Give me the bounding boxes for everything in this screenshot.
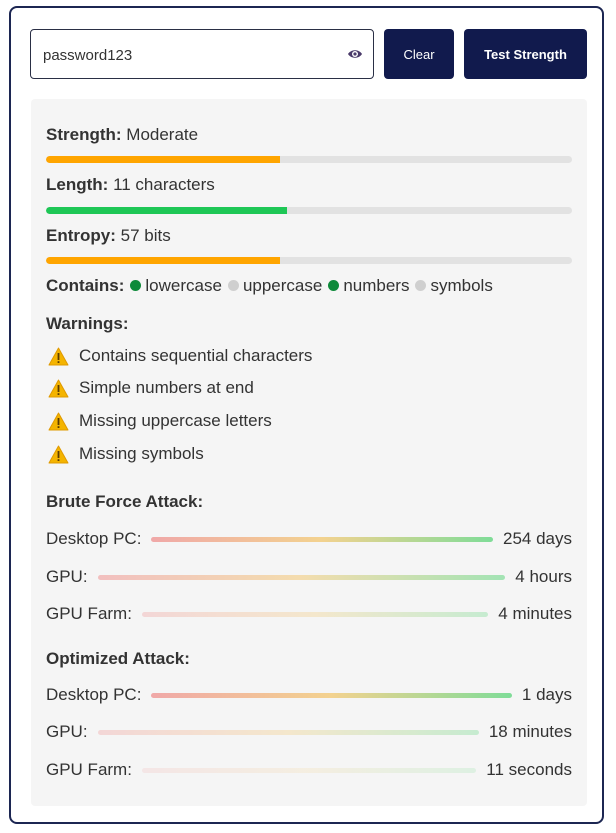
- warnings-title: Warnings:: [46, 314, 129, 333]
- attack-time-value: 4 minutes: [498, 604, 572, 623]
- attack-time-value: 4 hours: [515, 567, 572, 586]
- attack-row: GPU Farm: 4 minutes: [46, 604, 572, 628]
- warning-item: Missing symbols: [48, 444, 204, 464]
- warning-text: Missing symbols: [79, 444, 204, 463]
- password-field[interactable]: [30, 29, 374, 80]
- clear-button[interactable]: Clear: [384, 29, 454, 79]
- contains-item-symbols: symbols: [430, 276, 493, 295]
- warning-icon: [48, 412, 69, 430]
- warning-text: Contains sequential characters: [79, 346, 313, 365]
- strength-bar: [46, 156, 572, 163]
- attack-device-label: Desktop PC:: [46, 529, 142, 548]
- entropy-label: Entropy:: [46, 226, 116, 245]
- length-bar-fill: [46, 207, 287, 214]
- attack-row: GPU Farm: 11 seconds: [46, 760, 572, 784]
- warning-text: Simple numbers at end: [79, 378, 254, 397]
- attack-time-value: 18 minutes: [488, 722, 572, 741]
- attack-time-value: 254 days: [503, 529, 572, 548]
- contains-item-numbers: numbers: [343, 276, 410, 295]
- length-bar: [46, 207, 572, 214]
- attack-gradient-bar: [98, 575, 505, 580]
- results-panel: Strength: Moderate Length: 11 characters…: [31, 99, 587, 806]
- length-value: 11 characters: [113, 175, 215, 194]
- absent-dot-icon: [227, 280, 239, 291]
- entropy-bar-fill: [46, 257, 281, 264]
- attack-device-label: GPU:: [46, 567, 88, 586]
- attack-row: Desktop PC: 1 days: [46, 685, 572, 709]
- eye-icon[interactable]: [347, 47, 363, 61]
- attack-gradient-bar: [98, 730, 479, 735]
- attack-device-label: GPU Farm:: [46, 604, 132, 623]
- warning-icon: [48, 347, 69, 365]
- attack-gradient-bar: [151, 537, 493, 542]
- absent-dot-icon: [415, 280, 427, 291]
- attack-device-label: Desktop PC:: [46, 685, 142, 704]
- attack-time-value: 1 days: [521, 685, 572, 704]
- optimized-title: Optimized Attack:: [46, 649, 190, 668]
- strength-value: Moderate: [126, 125, 199, 144]
- warning-text: Missing uppercase letters: [79, 411, 272, 430]
- warning-icon: [48, 445, 69, 463]
- warning-icon: [48, 379, 69, 397]
- attack-device-label: GPU Farm:: [46, 760, 132, 779]
- strength-row: Strength: Moderate: [46, 125, 198, 145]
- attack-row: Desktop PC: 254 days: [46, 529, 572, 553]
- entropy-bar: [46, 257, 572, 264]
- attack-time-value: 11 seconds: [486, 760, 572, 779]
- warning-item: Missing uppercase letters: [48, 411, 272, 431]
- contains-item-uppercase: uppercase: [242, 276, 323, 295]
- brute-force-title: Brute Force Attack:: [46, 492, 204, 511]
- attack-device-label: GPU:: [46, 722, 88, 741]
- length-label: Length:: [46, 175, 109, 194]
- strength-bar-fill: [46, 156, 281, 163]
- entropy-row: Entropy: 57 bits: [46, 226, 171, 246]
- contains-label: Contains:: [46, 276, 125, 295]
- attack-row: GPU: 4 hours: [46, 567, 572, 591]
- strength-label: Strength:: [46, 125, 122, 144]
- warning-item: Simple numbers at end: [48, 378, 254, 398]
- present-dot-icon: [328, 280, 340, 291]
- password-input[interactable]: [41, 30, 335, 80]
- length-row: Length: 11 characters: [46, 175, 215, 195]
- contains-item-lowercase: lowercase: [145, 276, 222, 295]
- test-strength-button[interactable]: Test Strength: [464, 29, 587, 79]
- present-dot-icon: [130, 280, 142, 291]
- attack-gradient-bar: [142, 768, 476, 773]
- contains-row: Contains: lowercase uppercase numbers symbol…: [46, 276, 493, 296]
- attack-gradient-bar: [151, 693, 512, 698]
- attack-gradient-bar: [142, 612, 488, 617]
- entropy-value: 57 bits: [120, 226, 171, 245]
- warning-item: Contains sequential characters: [48, 346, 312, 366]
- attack-row: GPU: 18 minutes: [46, 722, 572, 746]
